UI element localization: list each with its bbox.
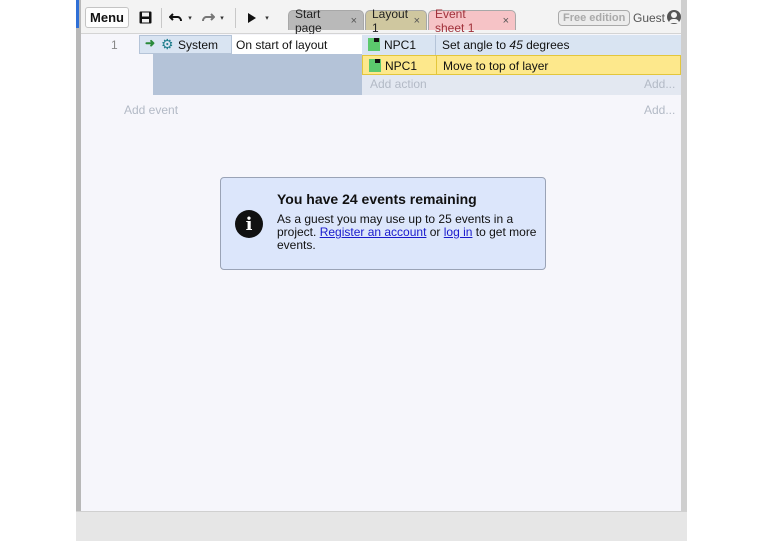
close-icon[interactable]: × [351, 15, 357, 27]
menu-button[interactable]: Menu [85, 7, 129, 28]
action-text: Set angle to 45 degrees [442, 38, 570, 52]
close-icon[interactable]: × [503, 15, 509, 27]
gear-icon: ⚙ [161, 36, 174, 52]
action-object: NPC1 [364, 35, 436, 55]
action-row-selected[interactable]: NPC1 Move to top of layer [362, 55, 681, 75]
tab-label: Start page [295, 6, 322, 35]
tab-event-sheet-1[interactable]: Event sheet 1 × [428, 7, 516, 35]
toolbar-separator [161, 8, 162, 28]
construct-editor: Menu ▾ ▾ ▾ Start page × Layout 1 × Event… [76, 0, 687, 541]
condition-object: System [178, 38, 219, 52]
add-event-menu[interactable]: Add... [644, 103, 675, 117]
status-bar [76, 511, 687, 541]
add-action-menu[interactable]: Add... [644, 77, 675, 91]
tab-layout-1[interactable]: Layout 1 × [365, 7, 427, 35]
notice-title: You have 24 events remaining [277, 191, 477, 207]
action-object-label: NPC1 [384, 38, 417, 52]
save-button[interactable] [135, 7, 155, 28]
guest-events-notice: i You have 24 events remaining As a gues… [220, 177, 546, 270]
play-icon [248, 12, 256, 23]
sprite-icon [368, 38, 380, 51]
action-row[interactable]: NPC1 Set angle to 45 degrees [362, 35, 681, 55]
tab-label: Event sheet 1 [435, 6, 475, 35]
sprite-icon [369, 59, 381, 72]
action-text: Move to top of layer [443, 59, 549, 73]
green-arrow-icon: ➜ [145, 36, 156, 50]
add-event-link[interactable]: Add event [124, 103, 178, 117]
redo-button[interactable] [199, 7, 217, 28]
preview-dropdown[interactable]: ▾ [263, 7, 271, 28]
undo-icon [169, 12, 182, 21]
action-object: NPC1 [365, 56, 437, 74]
free-edition-badge[interactable]: Free edition [558, 10, 631, 26]
notice-body: As a guest you may use up to 25 events i… [277, 212, 537, 252]
scrollbar[interactable] [681, 0, 687, 511]
undo-button[interactable] [167, 7, 185, 28]
event-block-body[interactable] [153, 54, 362, 95]
toolbar-separator [235, 8, 236, 28]
redo-dropdown[interactable]: ▾ [218, 7, 226, 28]
toolbar: Menu ▾ ▾ ▾ Start page × Layout 1 × Event… [81, 0, 681, 35]
preview-button[interactable] [243, 7, 261, 28]
tab-start-page[interactable]: Start page × [288, 7, 364, 35]
close-icon[interactable]: × [414, 15, 420, 27]
guest-label[interactable]: Guest [633, 11, 665, 25]
save-icon [139, 11, 151, 24]
add-action-link[interactable]: Add action [370, 77, 427, 91]
user-icon[interactable] [667, 10, 681, 24]
condition-text: On start of layout [236, 38, 328, 52]
log-in-link[interactable]: log in [444, 225, 473, 239]
undo-dropdown[interactable]: ▾ [186, 7, 194, 28]
tab-label: Layout 1 [372, 6, 409, 35]
register-account-link[interactable]: Register an account [320, 225, 427, 239]
action-object-label: NPC1 [385, 59, 418, 73]
redo-icon [202, 12, 215, 21]
info-icon: i [235, 210, 263, 238]
accent-strip [76, 0, 79, 28]
event-number: 1 [111, 38, 118, 52]
event-sheet: 1 ➜ ⚙ System On start of layout NPC1 Set… [81, 34, 681, 511]
